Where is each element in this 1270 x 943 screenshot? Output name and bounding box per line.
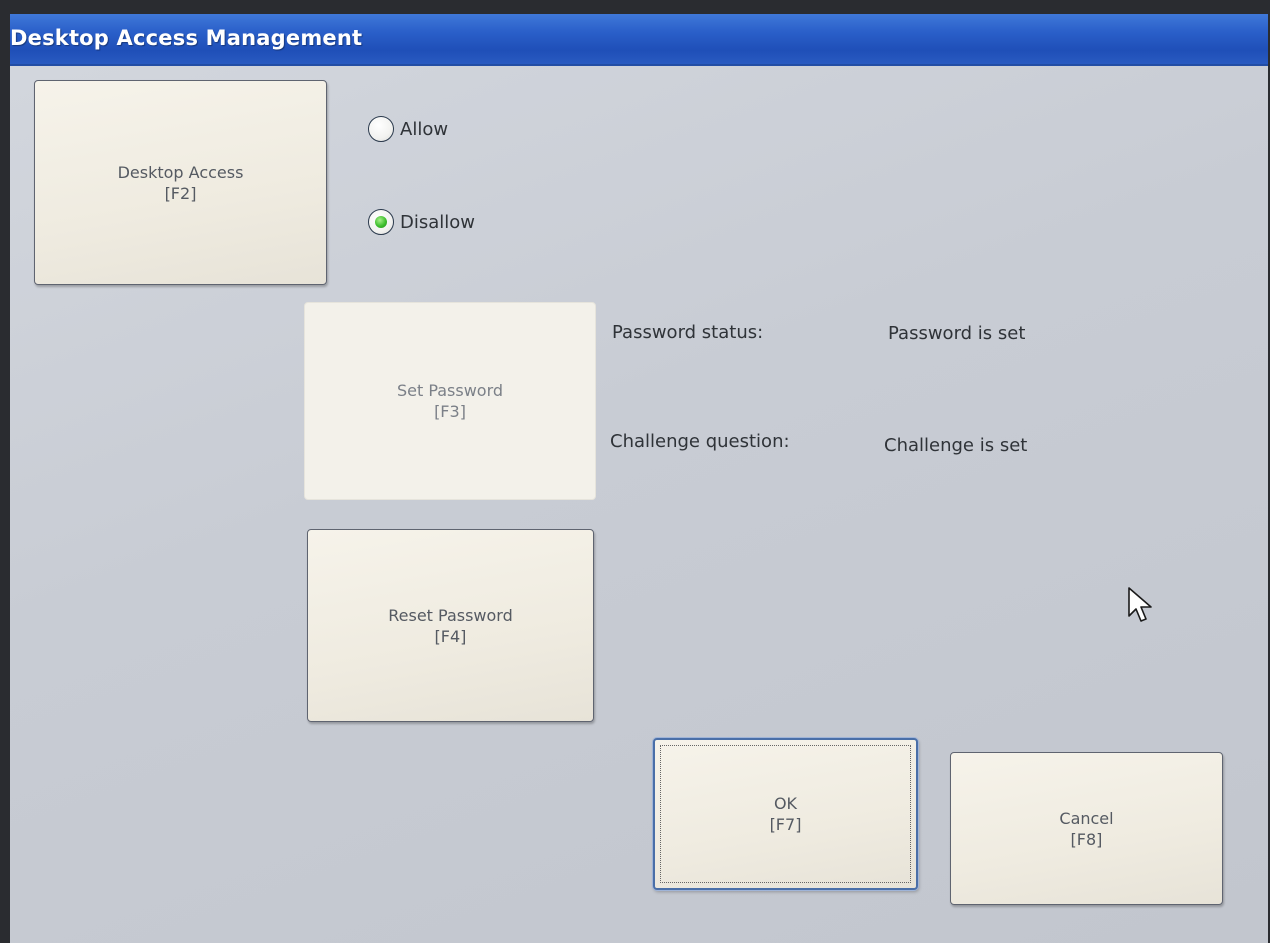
window-title: Desktop Access Management bbox=[10, 26, 363, 50]
cancel-label: Cancel bbox=[1059, 808, 1114, 828]
radio-allow[interactable]: Allow bbox=[368, 116, 448, 142]
reset-password-button[interactable]: Reset Password [F4] bbox=[307, 529, 594, 722]
radio-disallow-label: Disallow bbox=[400, 211, 476, 233]
radio-selected-dot bbox=[375, 216, 387, 228]
cancel-button[interactable]: Cancel [F8] bbox=[950, 752, 1223, 905]
password-status-value: Password is set bbox=[888, 323, 1026, 344]
reset-password-label: Reset Password bbox=[388, 605, 513, 625]
ok-key: [F7] bbox=[769, 815, 802, 834]
screen: Desktop Access Management Desktop Access… bbox=[0, 0, 1270, 943]
challenge-question-value: Challenge is set bbox=[884, 435, 1028, 456]
radio-allow-label: Allow bbox=[400, 118, 449, 140]
reset-password-key: [F4] bbox=[434, 626, 467, 646]
desktop-access-button[interactable]: Desktop Access [F2] bbox=[34, 80, 327, 285]
mouse-pointer-icon bbox=[1128, 587, 1152, 622]
dialog-window: Desktop Access Management Desktop Access… bbox=[10, 14, 1268, 943]
cancel-key: [F8] bbox=[1070, 829, 1103, 849]
challenge-question-label: Challenge question: bbox=[610, 431, 790, 452]
radio-disallow-circle bbox=[368, 209, 394, 235]
ok-button[interactable]: OK [F7] bbox=[653, 738, 918, 890]
radio-allow-circle bbox=[368, 116, 394, 142]
set-password-label: Set Password bbox=[396, 381, 504, 400]
title-bar[interactable]: Desktop Access Management bbox=[10, 14, 1268, 66]
ok-label: OK bbox=[773, 794, 798, 813]
desktop-access-label: Desktop Access bbox=[117, 162, 244, 182]
set-password-key: [F3] bbox=[434, 402, 466, 421]
password-status-label: Password status: bbox=[612, 322, 764, 343]
set-password-button[interactable]: Set Password [F3] bbox=[304, 302, 596, 500]
desktop-access-key: [F2] bbox=[164, 183, 197, 203]
radio-disallow[interactable]: Disallow bbox=[368, 209, 475, 235]
